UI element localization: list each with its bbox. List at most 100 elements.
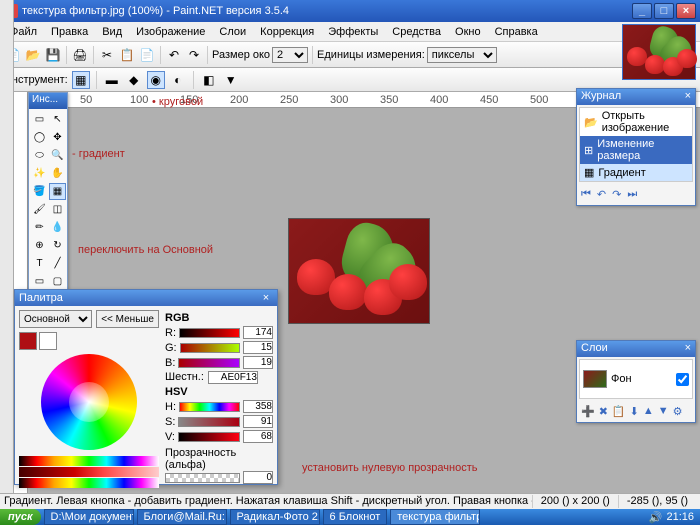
gradient-tool[interactable]: ▦ <box>49 183 66 200</box>
history-close-icon[interactable]: × <box>685 90 691 104</box>
layer-delete-icon[interactable]: ✖ <box>599 405 608 418</box>
fill-tool[interactable]: 🪣 <box>31 183 48 200</box>
copy-icon[interactable]: 📋 <box>118 46 136 64</box>
r-slider[interactable] <box>179 328 240 338</box>
start-button[interactable]: пуск <box>0 509 41 525</box>
color-mode-select[interactable]: Основной <box>19 310 92 328</box>
pencil-tool[interactable]: ✏ <box>31 219 48 236</box>
units-select[interactable]: пикселы <box>427 47 497 63</box>
history-item[interactable]: ⊞Изменение размера <box>580 136 692 164</box>
size-select[interactable]: 2 <box>272 47 308 63</box>
tray-icon[interactable]: 🔊 <box>649 511 663 524</box>
r-input[interactable] <box>243 326 273 339</box>
palette-close-icon[interactable]: × <box>259 292 273 304</box>
palette-title[interactable]: Палитра × <box>15 290 277 306</box>
menu-edit[interactable]: Правка <box>45 24 94 40</box>
history-undo-icon[interactable]: ↶ <box>597 188 606 201</box>
gradient-radial-icon[interactable]: ◉ <box>147 71 165 89</box>
ellipse-sel-tool[interactable]: ⬭ <box>31 147 48 164</box>
brush-tool[interactable]: 🖌 <box>31 201 48 218</box>
menu-effects[interactable]: Эффекты <box>322 24 384 40</box>
menu-layers[interactable]: Слои <box>213 24 252 40</box>
layer-dup-icon[interactable]: 📋 <box>612 405 626 418</box>
open-icon[interactable]: 📂 <box>24 46 42 64</box>
menu-adjust[interactable]: Коррекция <box>254 24 320 40</box>
taskbar-item[interactable]: 6 Блокнот <box>323 509 388 525</box>
canvas-image[interactable] <box>288 218 430 324</box>
taskbar-item[interactable]: D:\Мои документы\... <box>44 509 134 525</box>
hex-input[interactable] <box>208 371 258 384</box>
menu-tools[interactable]: Средства <box>386 24 447 40</box>
history-title[interactable]: Журнал× <box>577 89 695 105</box>
color-wheel[interactable] <box>41 354 137 450</box>
redo-icon[interactable]: ↷ <box>185 46 203 64</box>
taskbar-item[interactable]: текстура фильтр.j... <box>390 509 480 525</box>
round-rect-tool[interactable]: ▢ <box>49 273 66 290</box>
menu-help[interactable]: Справка <box>489 24 544 40</box>
layer-down-icon[interactable]: ▼ <box>658 405 669 418</box>
blend-icon[interactable]: ▼ <box>222 71 240 89</box>
primary-swatch[interactable] <box>19 332 37 350</box>
layer-props-icon[interactable]: ⚙ <box>673 405 683 418</box>
gradient-conical-icon[interactable]: ◐ <box>169 71 187 89</box>
recolor-tool[interactable]: ↻ <box>49 237 66 254</box>
g-slider[interactable] <box>180 343 240 353</box>
history-last-icon[interactable]: ⏭ <box>627 188 637 201</box>
paste-icon[interactable]: 📄 <box>138 46 156 64</box>
h-input[interactable] <box>243 400 273 413</box>
b-input[interactable] <box>243 356 273 369</box>
wand-tool[interactable]: ✨ <box>31 165 48 182</box>
g-input[interactable] <box>243 341 273 354</box>
history-redo-icon[interactable]: ↷ <box>612 188 621 201</box>
save-icon[interactable]: 💾 <box>44 46 62 64</box>
menu-window[interactable]: Окно <box>449 24 487 40</box>
layers-close-icon[interactable]: × <box>685 342 691 356</box>
picker-tool[interactable]: 💧 <box>49 219 66 236</box>
zoom-tool[interactable]: 🔍 <box>49 147 66 164</box>
close-button[interactable]: × <box>676 3 696 19</box>
text-tool[interactable]: T <box>31 255 48 272</box>
gradient-linear-icon[interactable]: ▬ <box>103 71 121 89</box>
maximize-button[interactable]: □ <box>654 3 674 19</box>
history-item[interactable]: 📂Открыть изображение <box>580 108 692 136</box>
gradient-tool-icon[interactable]: ▦ <box>72 71 90 89</box>
s-slider[interactable] <box>178 417 240 427</box>
gradient-diamond-icon[interactable]: ◆ <box>125 71 143 89</box>
alpha-slider[interactable] <box>165 473 240 483</box>
undo-icon[interactable]: ↶ <box>165 46 183 64</box>
cut-icon[interactable]: ✂ <box>98 46 116 64</box>
s-input[interactable] <box>243 415 273 428</box>
palette-swatches[interactable] <box>19 456 159 488</box>
layer-visible-checkbox[interactable] <box>676 373 689 386</box>
layer-merge-icon[interactable]: ⬇ <box>630 405 639 418</box>
color-mode-icon[interactable]: ◧ <box>200 71 218 89</box>
select-rect-tool[interactable]: ▭ <box>31 111 48 128</box>
eraser-tool[interactable]: ◫ <box>49 201 66 218</box>
layer-row[interactable]: Фон <box>579 359 693 399</box>
alpha-input[interactable] <box>243 471 273 484</box>
line-tool[interactable]: ╱ <box>49 255 66 272</box>
layer-up-icon[interactable]: ▲ <box>643 405 654 418</box>
layers-title[interactable]: Слои× <box>577 341 695 357</box>
menu-view[interactable]: Вид <box>96 24 128 40</box>
print-icon[interactable]: 🖨 <box>71 46 89 64</box>
b-slider[interactable] <box>178 358 240 368</box>
move-tool[interactable]: ↖ <box>49 111 66 128</box>
rect-tool[interactable]: ▭ <box>31 273 48 290</box>
lasso-tool[interactable]: ◯ <box>31 129 48 146</box>
history-first-icon[interactable]: ⏮ <box>581 188 591 201</box>
v-slider[interactable] <box>178 432 240 442</box>
less-button[interactable]: << Меньше <box>96 310 159 328</box>
layer-add-icon[interactable]: ➕ <box>581 405 595 418</box>
h-slider[interactable] <box>179 402 240 412</box>
taskbar-item[interactable]: Радикал-Фото 2.6 ... <box>230 509 320 525</box>
history-item[interactable]: ▦Градиент <box>580 164 692 181</box>
move-sel-tool[interactable]: ✥ <box>49 129 66 146</box>
clone-tool[interactable]: ⊕ <box>31 237 48 254</box>
image-thumbnail[interactable] <box>622 24 696 80</box>
menu-image[interactable]: Изображение <box>130 24 211 40</box>
system-tray[interactable]: 🔊 21:16 <box>643 511 700 524</box>
taskbar-item[interactable]: Блоги@Mail.Ru: Но... <box>137 509 227 525</box>
v-input[interactable] <box>243 430 273 443</box>
minimize-button[interactable]: _ <box>632 3 652 19</box>
